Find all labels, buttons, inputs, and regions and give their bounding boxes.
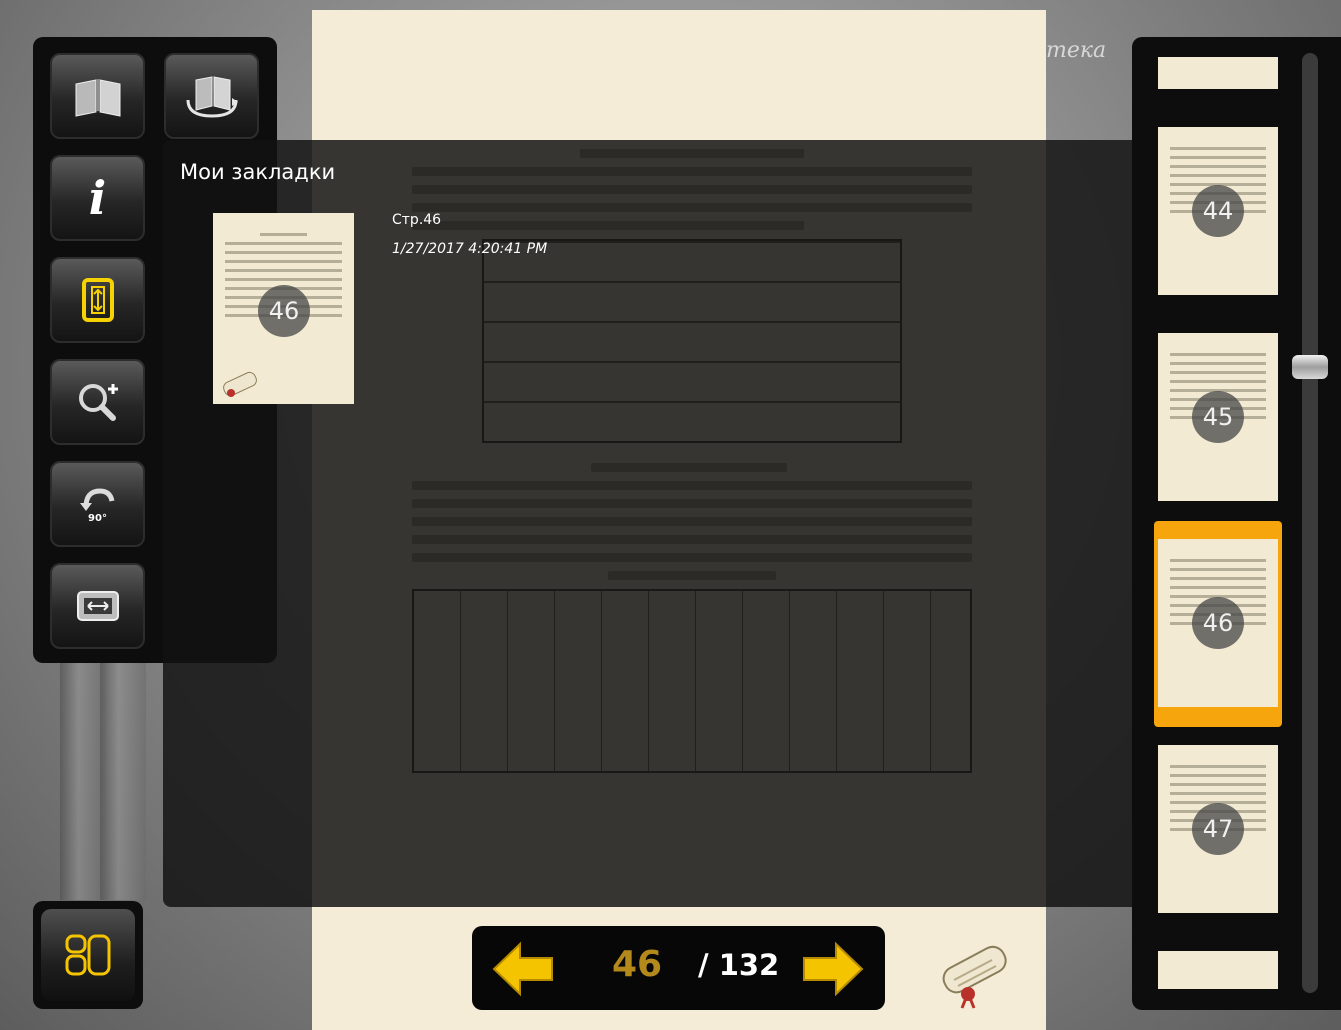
thumbnail-panel: 44 45 46 47 bbox=[1132, 37, 1341, 1010]
thumbnail-page-44[interactable]: 44 bbox=[1158, 127, 1278, 295]
thumbnail-partial-top[interactable] bbox=[1158, 57, 1278, 89]
thumbnail-page-45[interactable]: 45 bbox=[1158, 333, 1278, 501]
bookmark-thumbnail[interactable]: 46 bbox=[213, 213, 354, 404]
thumbnail-page-number: 47 bbox=[1192, 803, 1244, 855]
current-page-number[interactable]: 46 bbox=[602, 944, 672, 985]
thumbnail-page-number: 44 bbox=[1192, 185, 1244, 237]
open-book-icon bbox=[75, 79, 120, 117]
open-book-button[interactable] bbox=[50, 53, 145, 139]
bookmark-page-badge: 46 bbox=[258, 285, 310, 337]
thumbnail-partial-bottom[interactable] bbox=[1158, 951, 1278, 989]
bookmarks-scroll-icon[interactable] bbox=[932, 934, 1020, 1010]
info-icon: i bbox=[88, 171, 107, 225]
rotate-label: 90° bbox=[88, 512, 107, 524]
fit-screen-icon bbox=[76, 591, 119, 621]
scrollbar-handle[interactable] bbox=[1292, 355, 1328, 379]
page-navigation: 46 / 132 bbox=[472, 926, 885, 1010]
thumbnail-page-number: 46 bbox=[1192, 597, 1244, 649]
zoom-in-icon bbox=[78, 384, 118, 421]
single-page-mode-button[interactable] bbox=[50, 257, 145, 343]
zoom-in-button[interactable] bbox=[50, 359, 145, 445]
bookmarks-title: Мои закладки bbox=[180, 160, 336, 184]
thumbnail-page-47[interactable]: 47 bbox=[1158, 745, 1278, 913]
thumbnail-page-number: 45 bbox=[1192, 391, 1244, 443]
flip-book-button[interactable] bbox=[164, 53, 259, 139]
rotate-button[interactable]: 90° bbox=[50, 461, 145, 547]
fit-screen-button[interactable] bbox=[50, 563, 145, 649]
rotate-book-icon bbox=[186, 76, 238, 118]
grid-view-icon bbox=[65, 934, 111, 976]
thumbnails-grid-button[interactable] bbox=[33, 901, 143, 1009]
single-page-icon bbox=[81, 278, 114, 322]
bookmark-page-label: Стр.46 bbox=[392, 212, 442, 228]
previous-page-arrow-icon[interactable] bbox=[490, 940, 556, 998]
thumbnail-page-46[interactable]: 46 bbox=[1158, 539, 1278, 707]
library-brand-text: тека bbox=[1046, 38, 1107, 63]
info-button[interactable]: i bbox=[50, 155, 145, 241]
total-pages: / 132 bbox=[698, 948, 780, 982]
scroll-bookmark-icon bbox=[223, 371, 257, 397]
thumbnail-scrollbar[interactable] bbox=[1302, 53, 1318, 993]
next-page-arrow-icon[interactable] bbox=[800, 940, 866, 998]
bookmark-datetime: 1/27/2017 4:20:41 PM bbox=[392, 241, 548, 257]
rotate-90-icon bbox=[79, 487, 114, 511]
bookmarks-panel: Мои закладки 46 Стр.46 1/27/2017 4:20:41… bbox=[163, 140, 1193, 907]
